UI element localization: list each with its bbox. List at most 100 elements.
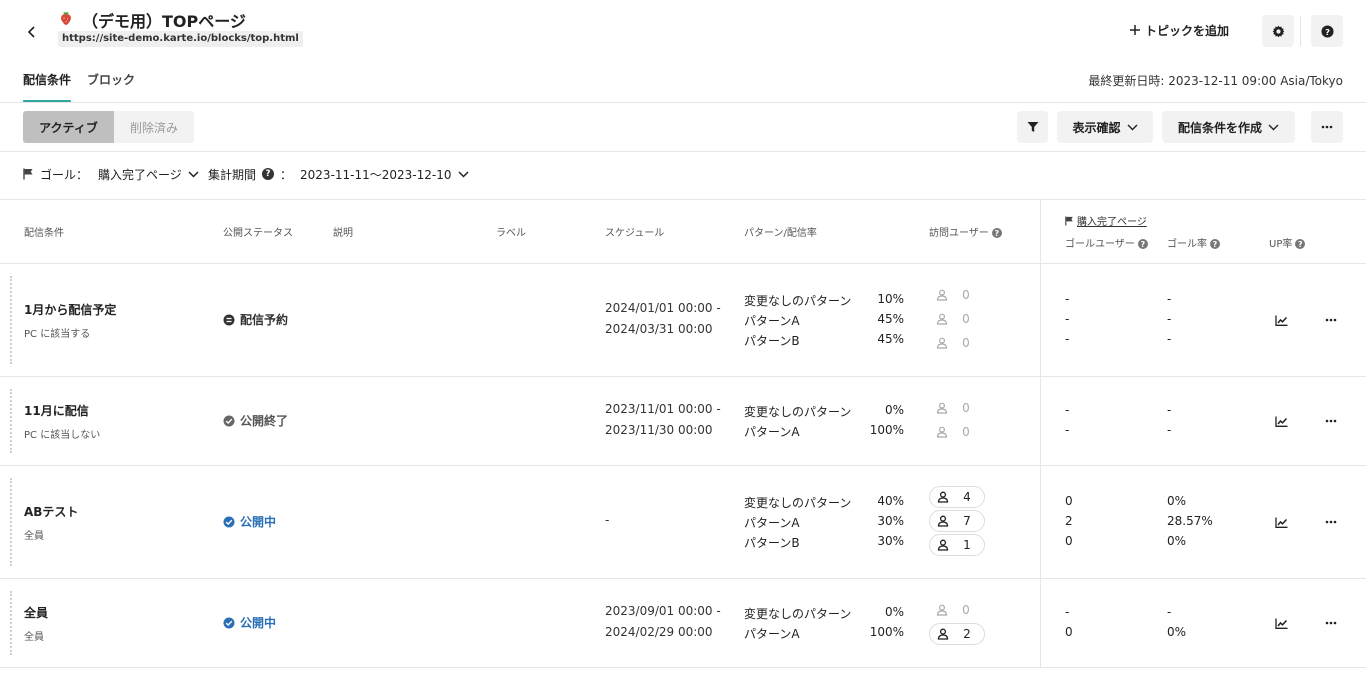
col-header-label: ラベル <box>496 228 526 239</box>
report-button[interactable] <box>1269 409 1293 433</box>
col-header-up-rate-label: UP率 <box>1269 239 1293 250</box>
chart-line-icon <box>1274 416 1287 427</box>
visitor-count[interactable]: 4 <box>929 486 985 508</box>
user-icon <box>936 289 948 301</box>
col-header-visitors: 訪問ユーザー? <box>929 224 1002 239</box>
create-condition-label: 配信条件を作成 <box>1177 120 1262 135</box>
pattern-name: パターンA <box>744 425 800 439</box>
tab-conditions[interactable]: 配信条件 <box>23 71 71 88</box>
schedule-end: 2023/11/30 00:00 <box>605 423 713 437</box>
drag-handle[interactable] <box>10 389 12 453</box>
report-button[interactable] <box>1269 611 1293 635</box>
divider <box>0 465 1366 466</box>
filter-button[interactable] <box>1017 111 1048 143</box>
status-text: 公開中 <box>240 515 277 529</box>
pattern-name: 変更なしのパターン <box>744 405 852 419</box>
goal-label: ゴール： <box>40 167 89 182</box>
more-options-button[interactable] <box>1311 111 1343 143</box>
pattern-name: パターンA <box>744 627 800 641</box>
check-circle-icon <box>223 617 235 628</box>
status-badge: 公開中 <box>223 513 276 530</box>
visitor-count[interactable]: 1 <box>929 534 985 556</box>
divider <box>0 151 1366 152</box>
last-updated: 最終更新日時: 2023-12-11 09:00 Asia/Tokyo <box>1088 74 1343 88</box>
segment-active[interactable]: アクティブ <box>23 111 114 143</box>
divider <box>0 376 1366 377</box>
goal-selector[interactable]: ゴール： 購入完了ページ <box>23 164 199 184</box>
schedule-start: 2023/09/01 00:00 - <box>605 604 721 618</box>
period-label: 集計期間 <box>208 167 257 182</box>
user-icon <box>937 539 949 551</box>
chevron-down-icon <box>457 170 469 178</box>
chart-line-icon <box>1274 618 1287 629</box>
user-icon <box>937 515 949 527</box>
row-menu-button[interactable] <box>1319 510 1343 534</box>
display-check-button[interactable]: 表示確認 <box>1057 111 1153 143</box>
visitor-number: 2 <box>963 627 971 641</box>
row-menu-button[interactable] <box>1319 409 1343 433</box>
divider <box>0 578 1366 579</box>
display-check-label: 表示確認 <box>1072 120 1121 135</box>
goal-users: - <box>1065 312 1070 326</box>
condition-sub: 全員 <box>24 632 44 643</box>
condition-name[interactable]: 1月から配信予定 <box>24 301 116 318</box>
schedule-start: - <box>605 513 610 527</box>
condition-sub: PC に該当する <box>24 329 91 340</box>
visitor-number: 0 <box>962 603 970 617</box>
help-icon: ? <box>1210 239 1220 249</box>
goal-rate: 0% <box>1167 534 1187 548</box>
col-header-goal-rate-label: ゴール率 <box>1167 239 1207 250</box>
condition-name[interactable]: 11月に配信 <box>24 402 89 419</box>
chevron-down-icon <box>188 170 199 178</box>
condition-name[interactable]: 全員 <box>24 604 48 621</box>
visitor-number: 7 <box>963 514 971 528</box>
back-button[interactable] <box>18 18 46 46</box>
tab-blocks[interactable]: ブロック <box>87 71 135 88</box>
status-text: 配信予約 <box>240 313 289 327</box>
plus-icon <box>1130 25 1140 35</box>
goal-page-link[interactable]: 購入完了ページ <box>1065 213 1147 228</box>
divider <box>0 263 1366 264</box>
drag-handle[interactable] <box>10 591 12 655</box>
visitor-count: 0 <box>929 332 985 354</box>
visitor-count[interactable]: 2 <box>929 623 985 645</box>
row-menu-button[interactable] <box>1319 308 1343 332</box>
user-icon <box>936 604 948 616</box>
settings-button[interactable] <box>1262 15 1294 47</box>
goal-rate: 28.57% <box>1167 514 1213 528</box>
goal-users: 2 <box>1065 514 1073 528</box>
help-icon: ? <box>991 228 1002 238</box>
more-horizontal-icon <box>1321 125 1333 129</box>
col-header-pattern: パターン/配信率 <box>744 228 817 239</box>
goal-rate: 0% <box>1167 494 1187 508</box>
report-button[interactable] <box>1269 308 1293 332</box>
drag-handle[interactable] <box>10 276 12 364</box>
report-button[interactable] <box>1269 510 1293 534</box>
schedule: 2024/01/01 00:00 - 2024/03/31 00:00 <box>605 298 721 340</box>
condition-name[interactable]: ABテスト <box>24 503 78 520</box>
more-horizontal-icon <box>1325 621 1337 625</box>
segment-deleted[interactable]: 削除済み <box>114 111 194 143</box>
scheduled-icon <box>223 314 235 325</box>
visitor-number: 0 <box>962 288 970 302</box>
col-header-description: 説明 <box>333 228 353 239</box>
period-selector[interactable]: 集計期間 ? ： 2023-11-11〜2023-12-10 <box>208 164 469 184</box>
pattern-name: パターンA <box>744 516 800 530</box>
user-icon <box>936 426 948 438</box>
goal-value: 購入完了ページ <box>98 167 182 182</box>
schedule-start: 2023/11/01 00:00 - <box>605 402 721 416</box>
visitor-count: 0 <box>929 397 985 419</box>
goal-rate: - <box>1167 403 1172 417</box>
add-topic-button[interactable]: トピックを追加 <box>1120 14 1239 46</box>
create-condition-button[interactable]: 配信条件を作成 <box>1162 111 1295 143</box>
goal-rate: 0% <box>1167 625 1187 639</box>
page-title: （デモ用）TOPページ <box>82 12 246 31</box>
visitor-count[interactable]: 7 <box>929 510 985 532</box>
help-button[interactable]: ? <box>1311 15 1343 47</box>
pattern-rate: 30% <box>877 534 904 548</box>
drag-handle[interactable] <box>10 478 12 566</box>
period-value: 2023-11-11〜2023-12-10 <box>300 167 452 182</box>
page-url[interactable]: https://site-demo.karte.io/blocks/top.ht… <box>58 31 303 47</box>
row-menu-button[interactable] <box>1319 611 1343 635</box>
goal-users: - <box>1065 332 1070 346</box>
